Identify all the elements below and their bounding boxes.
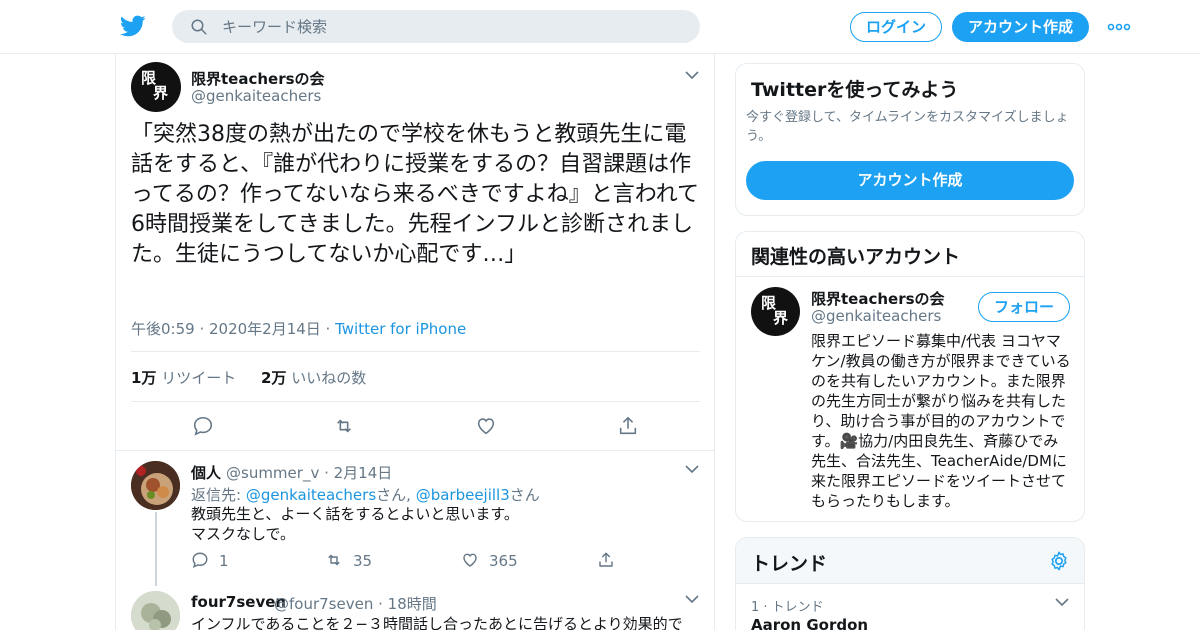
reply-to-line: 返信先: @genkaiteachersさん, @barbeejill3さん: [191, 484, 540, 505]
chevron-down-icon[interactable]: [1055, 597, 1069, 607]
retweet-stat-label: リツイート: [156, 369, 237, 387]
related-account-bio: 限界エピソード募集中/代表 ヨコヤマケン/教員の働き方が限界まできているのを共有…: [811, 332, 1071, 510]
trend-item-name[interactable]: Aaron Gordon: [751, 616, 868, 630]
retweet-icon: [328, 554, 340, 566]
retweet-stat[interactable]: 1万 リツイート: [131, 369, 236, 387]
divider: [736, 276, 1084, 277]
reply-action-retweet[interactable]: 35: [325, 551, 372, 571]
food-photo-avatar: [131, 461, 180, 510]
chevron-down-icon[interactable]: [685, 464, 699, 474]
share-icon[interactable]: [617, 415, 639, 437]
like-count: 2万: [261, 369, 287, 387]
signup-card-subtitle: 今すぐ登録して、タイムラインをカスタマイズしましょう。: [746, 110, 1069, 144]
avatar[interactable]: 限 界: [131, 62, 181, 112]
retweet-count: 1万: [131, 369, 157, 387]
signup-card-button[interactable]: アカウント作成: [746, 161, 1074, 200]
reply-icon[interactable]: [192, 415, 214, 437]
trends-header: トレンド: [736, 538, 1084, 584]
reply-action-like[interactable]: 365: [461, 551, 518, 571]
reply-icon: [192, 552, 208, 569]
tweet-meta: 午後0:59 · 2020年2月14日 · Twitter for iPhone: [131, 318, 466, 339]
heart-icon[interactable]: [475, 415, 497, 437]
twitter-bird-icon[interactable]: [119, 13, 147, 39]
gear-icon[interactable]: [1048, 550, 1070, 572]
reply-action-reply[interactable]: 1: [191, 551, 229, 571]
login-button[interactable]: ログイン: [850, 12, 942, 42]
tweet-text: 「突然38度の熱が出たので学校を休もうと教頭先生に電話をすると、『誰が代わりに授…: [131, 122, 700, 267]
reply-text-line: 教頭先生と、よーく話をするとよいと思います。: [191, 505, 519, 523]
heart-icon: [463, 553, 477, 567]
avatar[interactable]: [131, 461, 180, 510]
reply-author-name[interactable]: four7seven: [191, 593, 286, 611]
divider: [116, 450, 714, 451]
like-count: 365: [489, 552, 518, 570]
reply-text-line: マスクなしで。: [191, 525, 295, 543]
reply-handle-text[interactable]: @four7seven: [274, 595, 373, 613]
reply-to-separator: さん,: [376, 486, 416, 504]
divider: [131, 401, 700, 402]
trend-rank-label: 1 · トレンド: [751, 600, 824, 615]
plant-photo-avatar: [131, 591, 180, 630]
signup-card-title: Twitterを使ってみよう: [751, 79, 959, 101]
reply-handle-text[interactable]: @summer_v: [226, 464, 319, 482]
chevron-down-icon[interactable]: [685, 594, 699, 604]
related-accounts-card: 関連性の高いアカウント 限 界 限界teachersの会 @genkaiteac…: [735, 231, 1085, 522]
avatar[interactable]: 限 界: [751, 287, 800, 336]
reply-author-handle[interactable]: @four7seven · 18時間: [274, 593, 437, 614]
tweet-timestamp[interactable]: 午後0:59 · 2020年2月14日 ·: [131, 320, 335, 338]
thread-connector-line: [155, 512, 157, 586]
top-navigation-bar: ログイン アカウント作成: [0, 0, 1200, 54]
main-column: 限 界 限界teachersの会 @genkaiteachers 「突然38度の…: [115, 54, 715, 630]
reply-to-link[interactable]: @genkaiteachers: [246, 486, 376, 504]
reply-to-suffix: さん: [509, 486, 540, 504]
tweet-source-link[interactable]: Twitter for iPhone: [335, 320, 466, 338]
avatar[interactable]: [131, 591, 180, 630]
signup-card: Twitterを使ってみよう 今すぐ登録して、タイムラインをカスタマイズしましょ…: [735, 63, 1085, 216]
related-account-handle[interactable]: @genkaiteachers: [811, 307, 941, 325]
like-stat[interactable]: 2万 いいねの数: [261, 369, 366, 387]
signup-button[interactable]: アカウント作成: [952, 12, 1089, 42]
reply-date[interactable]: · 18時間: [373, 595, 437, 613]
retweet-icon[interactable]: [333, 415, 355, 437]
search-input[interactable]: [222, 10, 682, 43]
retweet-count: 35: [353, 552, 373, 570]
reply-text: 教頭先生と、よーく話をするとよいと思います。 マスクなしで。: [191, 504, 701, 544]
tweet-author-handle[interactable]: @genkaiteachers: [191, 87, 321, 105]
share-icon: [599, 552, 613, 567]
trends-title: トレンド: [751, 553, 828, 575]
reply-count: 1: [219, 552, 229, 570]
like-stat-label: いいねの数: [286, 369, 367, 387]
chevron-down-icon[interactable]: [685, 70, 699, 80]
reply-to-link[interactable]: @barbeejill3: [416, 486, 510, 504]
trends-card: トレンド 1 · トレンド Aaron Gordon: [735, 537, 1085, 630]
related-account-name[interactable]: 限界teachersの会: [811, 288, 945, 309]
search-icon: [191, 19, 207, 35]
search-box[interactable]: [172, 10, 700, 43]
tweet-author-name[interactable]: 限界teachersの会: [191, 68, 325, 89]
more-dots-icon[interactable]: [1107, 20, 1131, 34]
reply-to-prefix: 返信先:: [191, 486, 246, 504]
reply-text: インフルであることを２−３時間話し合ったあとに告げるとより効果的で: [191, 615, 683, 630]
follow-button[interactable]: フォロー: [978, 292, 1070, 322]
related-card-title: 関連性の高いアカウント: [751, 246, 961, 268]
divider: [131, 351, 700, 352]
avatar-logo-text-bottom: 界: [153, 84, 169, 102]
reply-date[interactable]: · 2月14日: [319, 464, 392, 482]
reply-author-handle[interactable]: @summer_v · 2月14日: [226, 462, 392, 483]
avatar-logo-text-bottom: 界: [773, 309, 789, 327]
reply-author-name[interactable]: 個人: [191, 462, 221, 483]
reply-action-share[interactable]: [597, 551, 625, 571]
tweet-stats: 1万 リツイート 2万 いいねの数: [131, 367, 366, 388]
